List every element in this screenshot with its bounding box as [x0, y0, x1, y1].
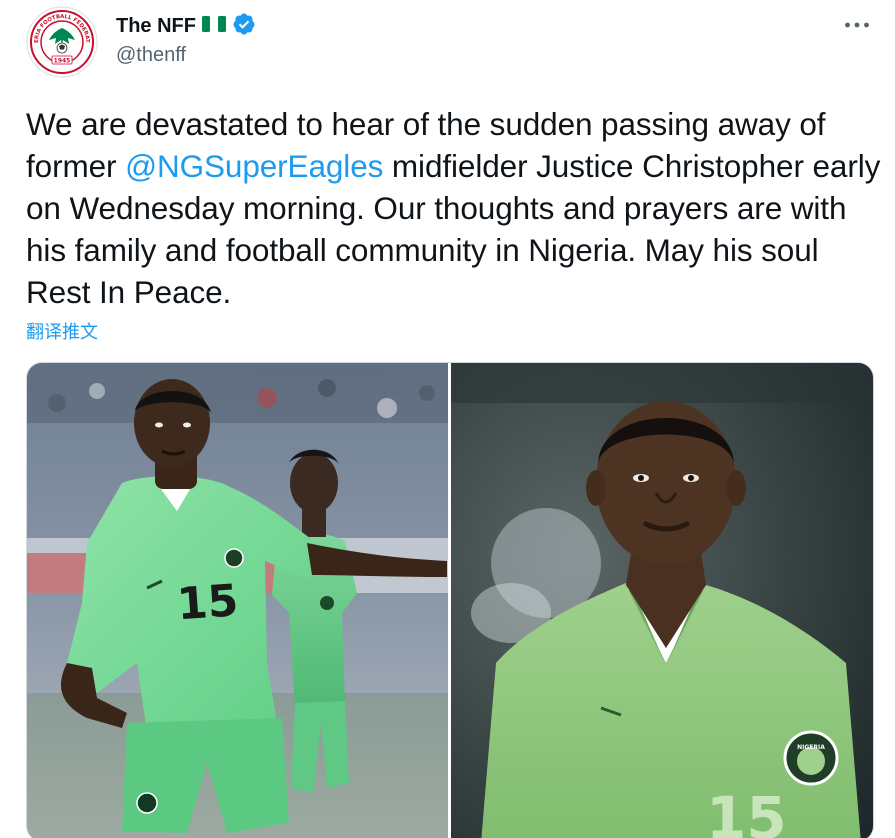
author-avatar[interactable]: NIGERIA FOOTBALL FEDERATION 1945 [26, 6, 98, 78]
tweet[interactable]: NIGERIA FOOTBALL FEDERATION 1945 The NFF [0, 0, 895, 838]
jersey-number-1: 15 [175, 575, 240, 630]
logo-year: 1945 [54, 58, 71, 65]
nff-logo-icon: NIGERIA FOOTBALL FEDERATION 1945 [26, 6, 98, 78]
tweet-text: We are devastated to hear of the sudden … [26, 103, 886, 313]
mention-link[interactable]: @NGSuperEagles [125, 148, 383, 184]
tweet-photo-1[interactable]: 15 [27, 363, 448, 838]
translate-tweet-link[interactable]: 翻译推文 [26, 318, 98, 344]
player-action-photo: 15 [27, 363, 448, 838]
media-grid: 15 NIGERIA 15 [26, 362, 874, 838]
more-horizontal-icon [845, 22, 869, 28]
badge-text: NIGERIA [797, 744, 825, 751]
tweet-photo-2[interactable]: NIGERIA 15 [451, 363, 873, 838]
jersey-number-2: 15 [706, 784, 787, 838]
author-name-row: The NFF [116, 13, 256, 39]
verified-badge-icon [232, 12, 256, 41]
player-portrait-photo: NIGERIA 15 [451, 363, 873, 838]
nigeria-flag-icon [202, 15, 226, 38]
author-display-name[interactable]: The NFF [116, 15, 196, 38]
author-handle[interactable]: @thenff [116, 44, 186, 67]
more-options-button[interactable] [839, 10, 875, 40]
